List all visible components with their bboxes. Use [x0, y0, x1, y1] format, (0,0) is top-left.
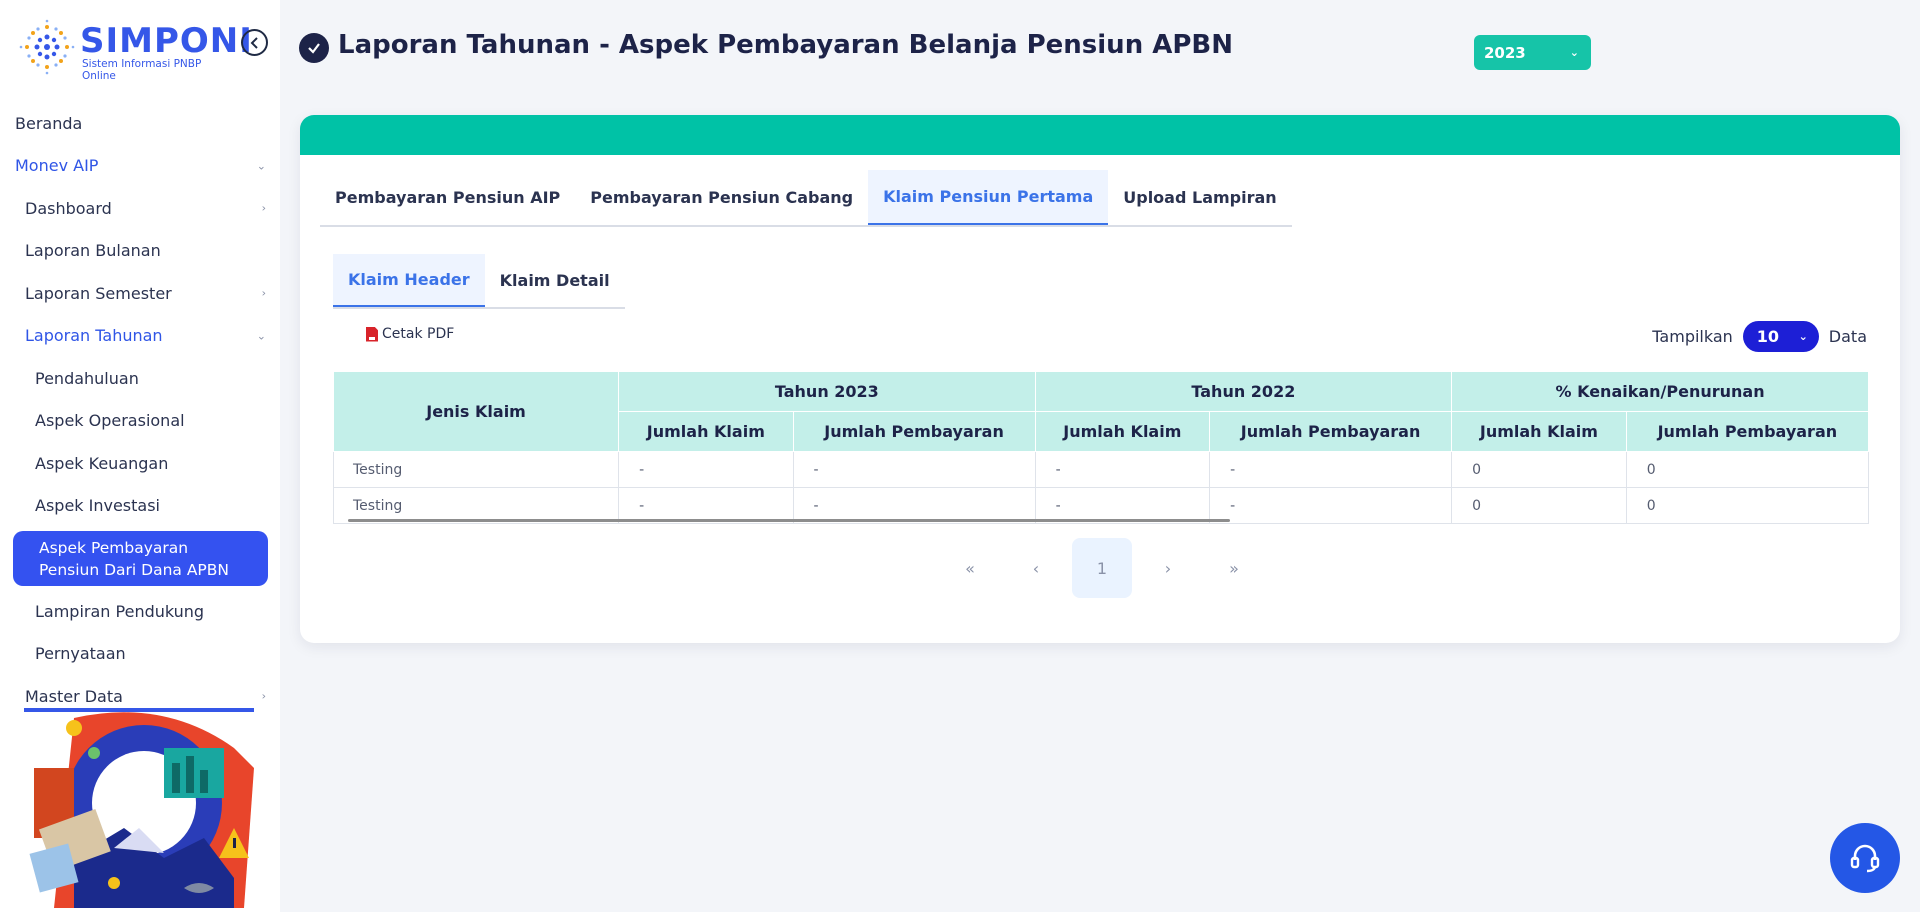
chevron-down-icon: ⌄ [1569, 46, 1579, 59]
chevron-left-icon [250, 36, 258, 49]
page-first-button[interactable]: « [940, 538, 1000, 598]
main-tabs: Pembayaran Pensiun AIP Pembayaran Pensiu… [320, 170, 1292, 227]
sidebar-item-aspek-operasional[interactable]: Aspek Operasional [0, 400, 280, 443]
page-title: Laporan Tahunan - Aspek Pembayaran Belan… [338, 30, 1234, 60]
sidebar-item-laporan-tahunan[interactable]: Laporan Tahunan ⌄ [0, 315, 280, 358]
page-size-control: Tampilkan 10 ⌄ Data [1652, 321, 1867, 352]
table-row: Testing - - - - 0 0 [333, 451, 1869, 488]
chevron-down-icon: ⌄ [256, 159, 266, 173]
card-header-bar [300, 115, 1900, 155]
header-jumlah-pembayaran: Jumlah Pembayaran [792, 411, 1036, 452]
sidebar-item-label: Aspek Pembayaran Pensiun Dari Dana APBN [39, 538, 230, 579]
table-cell: - [1209, 451, 1453, 488]
header-group-2022: Tahun 2022 [1034, 371, 1453, 412]
table-cell: Testing [333, 451, 620, 488]
sidebar-item-label: Master Data [25, 686, 123, 706]
sidebar-item-dashboard[interactable]: Dashboard › [0, 187, 280, 230]
page-last-button[interactable]: » [1204, 538, 1264, 598]
table-cell: - [618, 451, 794, 488]
page-prev-button[interactable]: ‹ [1006, 538, 1066, 598]
tab-klaim-header[interactable]: Klaim Header [333, 254, 485, 307]
page-next-button[interactable]: › [1138, 538, 1198, 598]
header-jumlah-pembayaran: Jumlah Pembayaran [1209, 411, 1453, 452]
headset-icon [1850, 844, 1880, 873]
sidebar-item-label: Pendahuluan [35, 368, 139, 388]
brand-tagline: Sistem Informasi PNBP Online [82, 58, 202, 82]
sidebar-item-label: Dashboard [25, 198, 112, 218]
sidebar-item-label: Laporan Semester [25, 283, 172, 303]
print-pdf-button[interactable]: Cetak PDF [366, 326, 454, 342]
sidebar-item-label: Laporan Bulanan [25, 241, 161, 261]
chevron-down-icon: ⌄ [1798, 330, 1808, 343]
sidebar-item-monev-aip[interactable]: Monev AIP ⌄ [0, 145, 280, 188]
sidebar-item-label: Laporan Tahunan [25, 326, 163, 346]
tab-pembayaran-pensiun-aip[interactable]: Pembayaran Pensiun AIP [320, 170, 575, 225]
sidebar-item-lampiran-pendukung[interactable]: Lampiran Pendukung [0, 590, 280, 633]
table-cell: - [1209, 487, 1453, 524]
sidebar-item-laporan-semester[interactable]: Laporan Semester › [0, 272, 280, 315]
brand-name: SIMPONI [80, 21, 253, 61]
table-cell: 0 [1451, 487, 1627, 524]
tab-klaim-pensiun-pertama[interactable]: Klaim Pensiun Pertama [868, 170, 1109, 225]
header-jumlah-klaim: Jumlah Klaim [618, 411, 794, 452]
table-container: Jenis Klaim Tahun 2023 Tahun 2022 % Kena… [333, 371, 1869, 526]
sidebar-illustration [24, 708, 254, 908]
sidebar-item-laporan-bulanan[interactable]: Laporan Bulanan [0, 230, 280, 273]
header-group-change: % Kenaikan/Penurunan [1451, 371, 1869, 412]
year-select-value: 2023 [1484, 43, 1526, 62]
check-circle-icon [299, 33, 329, 63]
table-cell: - [1034, 451, 1211, 488]
sidebar-item-label: Monev AIP [15, 156, 99, 176]
page-size-label: Tampilkan [1652, 327, 1733, 346]
sidebar-item-label: Lampiran Pendukung [35, 601, 205, 621]
print-pdf-label: Cetak PDF [382, 326, 455, 342]
year-select[interactable]: 2023 ⌄ [1474, 35, 1591, 70]
sidebar-item-aspek-investasi[interactable]: Aspek Investasi [0, 485, 280, 528]
sidebar-item-label: Aspek Operasional [35, 411, 185, 431]
tab-pembayaran-pensiun-cabang[interactable]: Pembayaran Pensiun Cabang [575, 170, 868, 225]
page-size-value: 10 [1756, 327, 1780, 346]
sidebar-item-pernyataan[interactable]: Pernyataan [0, 633, 280, 676]
table-cell: 0 [1625, 451, 1869, 488]
chevron-down-icon: ⌄ [256, 329, 266, 343]
support-chat-button[interactable] [1830, 823, 1900, 893]
sidebar-item-label: Beranda [15, 113, 83, 133]
chevron-right-icon: › [261, 689, 266, 703]
header-jumlah-klaim: Jumlah Klaim [1034, 411, 1211, 452]
header-jumlah-klaim: Jumlah Klaim [1451, 411, 1627, 452]
sidebar-item-label: Aspek Keuangan [35, 453, 169, 473]
claims-table: Jenis Klaim Tahun 2023 Tahun 2022 % Kena… [333, 371, 1869, 524]
sidebar-nav: Beranda Monev AIP ⌄ Dashboard › Laporan Bu… [0, 102, 280, 718]
sidebar-collapse-button[interactable] [241, 29, 268, 56]
sidebar: SIMPONI Sistem Informasi PNBP Online Ber… [0, 0, 280, 912]
header-jumlah-pembayaran: Jumlah Pembayaran [1625, 411, 1869, 452]
sidebar-item-label: Aspek Investasi [35, 496, 160, 516]
logo-mark-icon [19, 19, 75, 75]
header-group-2023: Tahun 2023 [618, 371, 1036, 412]
report-card: Pembayaran Pensiun AIP Pembayaran Pensiu… [300, 115, 1900, 643]
tab-klaim-detail[interactable]: Klaim Detail [485, 254, 625, 307]
sidebar-item-aspek-keuangan[interactable]: Aspek Keuangan [0, 442, 280, 485]
logo[interactable]: SIMPONI Sistem Informasi PNBP Online [18, 18, 252, 82]
table-cell: 0 [1451, 451, 1627, 488]
tab-upload-lampiran[interactable]: Upload Lampiran [1108, 170, 1291, 225]
page-size-select[interactable]: 10 ⌄ [1742, 321, 1819, 352]
page-current-button[interactable]: 1 [1072, 538, 1132, 598]
page-size-suffix: Data [1828, 327, 1867, 346]
sub-tabs: Klaim Header Klaim Detail [333, 254, 625, 309]
chevron-right-icon: › [261, 201, 266, 215]
pagination: « ‹ 1 › » [940, 538, 1270, 598]
pdf-file-icon [366, 326, 378, 342]
sidebar-item-beranda[interactable]: Beranda [0, 102, 280, 145]
sidebar-item-label: Pernyataan [35, 644, 126, 664]
table-horizontal-scrollbar[interactable] [348, 519, 1230, 522]
sidebar-item-pendahuluan[interactable]: Pendahuluan [0, 357, 280, 400]
table-cell: 0 [1625, 487, 1869, 524]
chevron-right-icon: › [261, 286, 266, 300]
sidebar-item-aspek-pembayaran-pensiun[interactable]: Aspek Pembayaran Pensiun Dari Dana APBN [13, 531, 268, 586]
header-jenis-klaim: Jenis Klaim [333, 371, 620, 452]
table-cell: - [792, 451, 1036, 488]
